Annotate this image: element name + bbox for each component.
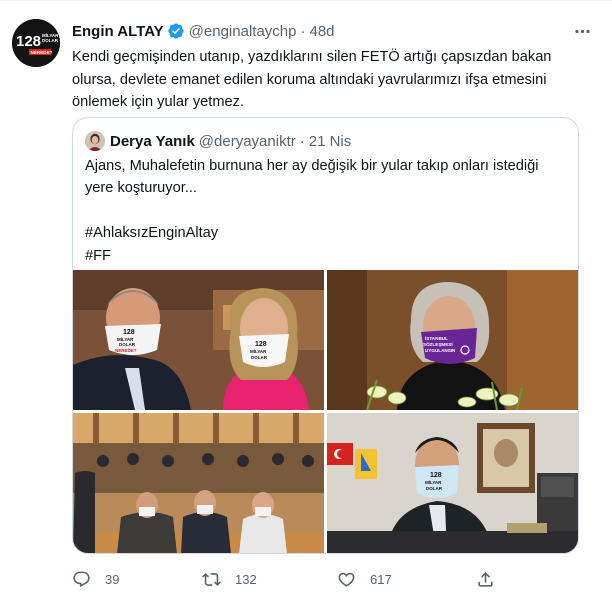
mask1-text-128: 128 (123, 329, 135, 336)
heart-icon (338, 572, 355, 587)
reply-button[interactable]: 39 (72, 563, 119, 595)
avatar-text-dolar: DOLAR (42, 38, 59, 43)
share-button[interactable] (476, 563, 495, 595)
quoted-tweet-header: Derya Yanık @deryayaniktr · 21 Nis (85, 130, 351, 152)
photo-group-parliament[interactable] (73, 413, 324, 553)
mask2-text-dolar: DOLAR (251, 355, 268, 360)
quoted-author-handle[interactable]: @deryayaniktr (199, 133, 296, 150)
author-avatar[interactable]: 128 MİLYAR DOLAR NEREDE? (12, 19, 60, 67)
photo-two-people-masks[interactable]: 128 MİLYAR DOLAR NEREDE? 128 MİLYAR DOLA… (73, 270, 324, 410)
verified-badge-icon (167, 22, 185, 40)
like-count: 617 (370, 571, 392, 587)
tweet-header: Engin ALTAY @enginaltaychp · 48d (72, 21, 600, 41)
quoted-separator-dot: · (299, 132, 305, 150)
hashtag-ahlaksizenginaltay[interactable]: #AhlaksızEnginAltay (85, 222, 565, 244)
more-options-icon[interactable] (570, 19, 594, 43)
quoted-timestamp[interactable]: 21 Nis (309, 133, 352, 150)
hashtag-ff[interactable]: #FF (85, 245, 565, 267)
reply-icon (73, 571, 90, 587)
quoted-tweet-spacer (85, 200, 565, 222)
quoted-author-name[interactable]: Derya Yanık (110, 133, 195, 150)
quoted-tweet-text-block: Ajans, Muhalefetin burnuna her ay değişi… (85, 155, 565, 267)
mask1-text-dolar: DOLAR (119, 342, 136, 347)
like-button[interactable]: 617 (337, 563, 392, 595)
tweet[interactable]: 128 MİLYAR DOLAR NEREDE? Engin ALTAY @en… (0, 0, 612, 599)
retweet-icon (202, 572, 221, 586)
reply-count: 39 (105, 571, 120, 587)
purple-mask-text-3: UYGULANSIN (425, 348, 456, 353)
mask2-text-milyar: MİLYAR (250, 348, 267, 354)
mask4-text-milyar: MİLYAR (425, 479, 442, 485)
photo-purple-mask[interactable]: İSTANBUL SÖZLEŞMESİ UYGULANSIN (327, 270, 578, 410)
quoted-author-avatar (85, 131, 105, 151)
mask1-text-nerede: NEREDE? (115, 348, 137, 353)
mask2-text-128: 128 (255, 341, 267, 348)
mask4-text-128: 128 (430, 472, 442, 479)
quoted-tweet-text: Ajans, Muhalefetin burnuna her ay değişi… (85, 158, 539, 197)
quoted-media-grid: 128 MİLYAR DOLAR NEREDE? 128 MİLYAR DOLA… (73, 270, 578, 553)
separator-dot: · (300, 22, 306, 40)
share-icon (478, 571, 493, 587)
tweet-text: Kendi geçmişinden utanıp, yazdıklarını s… (72, 49, 552, 111)
mask4-text-dolar: DOLAR (426, 486, 443, 491)
purple-mask-text-1: İSTANBUL (425, 335, 448, 341)
tweet-actions: 39 132 617 (62, 563, 532, 595)
quoted-tweet[interactable]: Derya Yanık @deryayaniktr · 21 Nis Ajans… (72, 117, 579, 554)
photo-man-desk[interactable]: 128 MİLYAR DOLAR (327, 413, 578, 553)
avatar-text-128: 128 (16, 33, 41, 50)
author-name[interactable]: Engin ALTAY (72, 23, 164, 40)
retweet-count: 132 (235, 571, 257, 587)
purple-mask-text-2: SÖZLEŞMESİ (423, 341, 453, 347)
tweet-timestamp[interactable]: 48d (309, 23, 334, 40)
retweet-button[interactable]: 132 (202, 563, 257, 595)
author-handle[interactable]: @enginaltaychp (189, 23, 297, 40)
avatar-text-nerede: NEREDE? (31, 50, 53, 55)
